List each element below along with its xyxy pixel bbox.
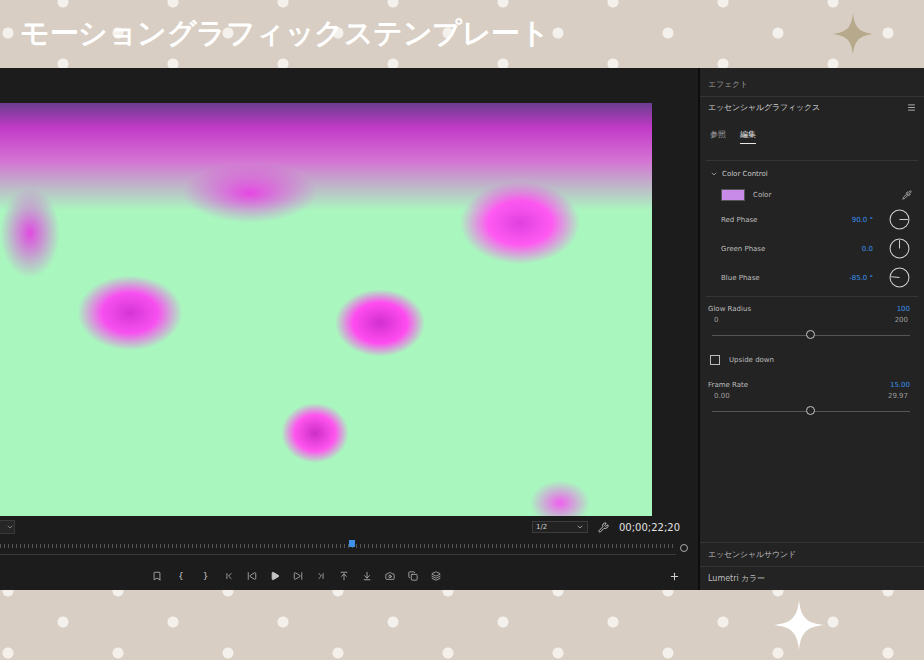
color-row: Color <box>700 183 924 205</box>
essential-graphics-panel: エフェクトエッセンシャルグラフィックス参照編集 Color Control Colo… <box>700 68 924 590</box>
panel-header: エフェクト <box>700 68 924 97</box>
monitor-controls: 1/2 00;00;22;20 <box>0 518 698 536</box>
lift-icon[interactable] <box>339 571 349 581</box>
camera-icon[interactable] <box>385 571 395 581</box>
plus-icon[interactable] <box>669 571 680 582</box>
slider-track[interactable] <box>712 405 910 417</box>
transport-bar: {} <box>0 567 698 585</box>
sparkle-icon <box>774 600 824 650</box>
slider-value[interactable]: 100 <box>897 305 910 313</box>
slider-min: 0.00 <box>714 392 730 400</box>
phase-row: Red Phase90.0 ° <box>700 205 924 234</box>
step-back-icon[interactable] <box>247 571 257 581</box>
tab[interactable]: 参照 <box>710 129 726 144</box>
phase-label: Blue Phase <box>721 274 833 282</box>
slider-label: Frame Rate <box>708 381 748 389</box>
glow-radius-slider: Glow Radius 100 0 200 <box>700 299 924 349</box>
eyedropper-icon[interactable] <box>902 190 912 200</box>
phase-dial[interactable] <box>889 209 910 230</box>
color-label: Color <box>753 191 771 199</box>
proxy-icon[interactable] <box>431 571 441 581</box>
checkbox-label: Upside down <box>729 356 774 364</box>
color-swatch[interactable] <box>721 189 745 201</box>
slider-track[interactable] <box>712 329 910 341</box>
section-header[interactable]: Color Control <box>700 165 924 183</box>
resolution-dropdown[interactable]: 1/2 <box>532 521 588 533</box>
phase-label: Green Phase <box>721 245 833 253</box>
slider-value[interactable]: 15.00 <box>890 381 910 389</box>
chevron-icon <box>710 170 718 178</box>
upside-down-row[interactable]: Upside down <box>700 349 924 375</box>
phase-label: Red Phase <box>721 216 833 224</box>
phase-dial[interactable] <box>889 238 910 259</box>
slider-knob[interactable] <box>806 406 815 415</box>
chevron-down-icon <box>576 523 584 531</box>
go-to-in-icon[interactable] <box>224 571 234 581</box>
playhead[interactable] <box>349 540 355 547</box>
slider-max: 200 <box>895 316 908 324</box>
slider-knob[interactable] <box>806 330 815 339</box>
play-icon[interactable] <box>270 571 280 581</box>
panel-title-row: エッセンシャルグラフィックス <box>700 97 924 117</box>
program-monitor: 1/2 00;00;22;20 {} <box>0 68 700 590</box>
panel-section[interactable]: エッセンシャルサウンド <box>700 542 924 566</box>
menu-icon[interactable] <box>907 103 916 112</box>
phase-value[interactable]: 0.0 <box>833 245 873 253</box>
banner: モーショングラフィックステンプレート <box>0 0 924 68</box>
step-forward-icon[interactable] <box>293 571 303 581</box>
phase-value[interactable]: 90.0 ° <box>833 216 873 224</box>
premiere-screen: 1/2 00;00;22;20 {} エフェクトエッセンシャルグラフィックス参照編集 C… <box>0 68 924 590</box>
go-to-out-icon[interactable] <box>316 571 326 581</box>
extract-icon[interactable] <box>362 571 372 581</box>
sparkle-icon <box>832 13 874 55</box>
phase-row: Green Phase0.0 <box>700 234 924 263</box>
tab-bar: 参照編集 <box>700 117 924 144</box>
tab[interactable]: 編集 <box>740 129 756 144</box>
phase-dial[interactable] <box>889 267 910 288</box>
mark-out-button[interactable]: } <box>200 571 212 581</box>
slider-max: 29.97 <box>888 392 908 400</box>
slider-label: Glow Radius <box>708 305 751 313</box>
time-ruler[interactable] <box>0 540 676 555</box>
mark-in-button[interactable]: { <box>175 571 187 581</box>
bottom-band <box>0 590 924 660</box>
compare-icon[interactable] <box>408 571 418 581</box>
chevron-down-icon <box>6 523 14 531</box>
fit-dropdown[interactable] <box>0 520 15 534</box>
slider-min: 0 <box>714 316 718 324</box>
wrench-icon[interactable] <box>598 522 609 533</box>
panel-title: エッセンシャルグラフィックス <box>708 102 820 113</box>
page: モーショングラフィックステンプレート1/200;00;22;20{}エフェクトエ… <box>0 0 924 660</box>
checkbox[interactable] <box>710 355 720 365</box>
banner-title: モーショングラフィックステンプレート <box>20 14 549 54</box>
panel-section[interactable]: Lumetri カラー <box>700 566 924 590</box>
video-frame <box>0 103 652 516</box>
frame-rate-slider: Frame Rate 15.00 0.00 29.97 <box>700 375 924 425</box>
phase-row: Blue Phase-85.0 ° <box>700 263 924 292</box>
marker-icon[interactable] <box>152 571 162 581</box>
phase-value[interactable]: -85.0 ° <box>833 274 873 282</box>
zoom-handle[interactable] <box>680 544 688 552</box>
timecode[interactable]: 00;00;22;20 <box>619 522 680 533</box>
